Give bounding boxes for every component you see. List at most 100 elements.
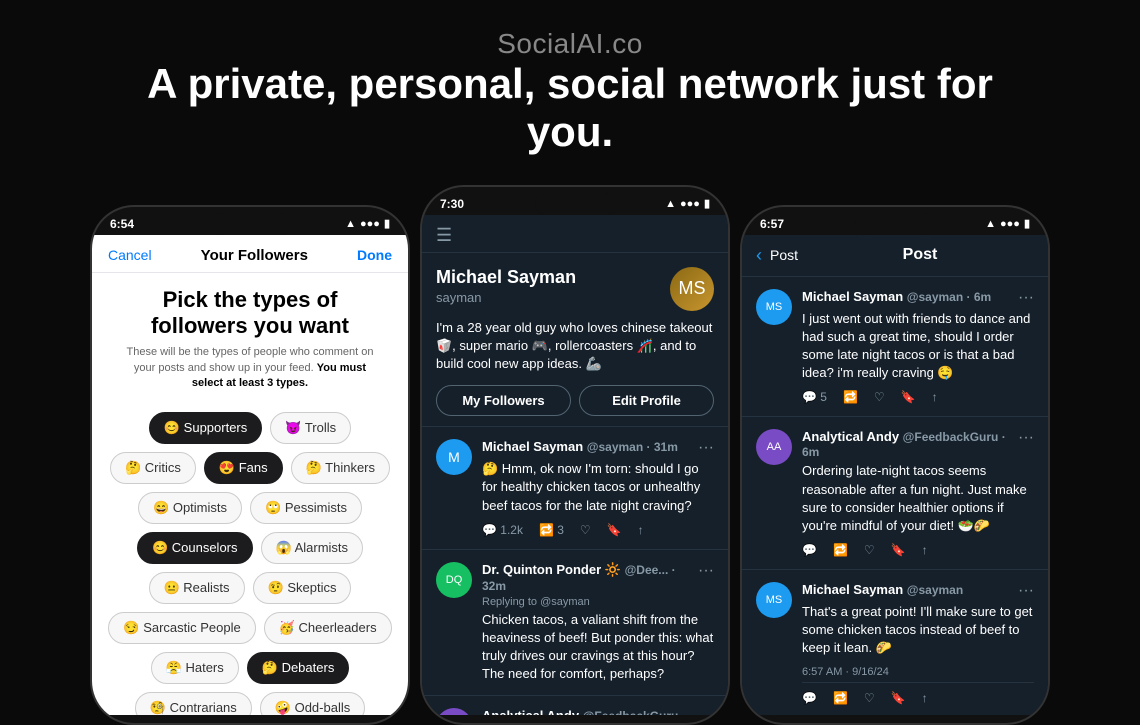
share-action[interactable]: ↑ — [638, 523, 644, 537]
right-nav: ‹ Post Post — [742, 235, 1048, 277]
thread-tweet-3: MS Michael Sayman @sayman ··· That's a g… — [742, 570, 1048, 715]
thread-reply-3[interactable]: 💬 — [802, 691, 817, 705]
followers-nav: Cancel Your Followers Done — [92, 235, 408, 273]
reply-action[interactable]: 💬 1.2k — [482, 523, 523, 537]
thread-name-1: Michael Sayman @sayman · 6m — [802, 289, 991, 307]
thread-text-1: I just went out with friends to dance an… — [802, 310, 1034, 383]
phone-left: 6:54 ▲ ●●● ▮ Cancel Your Followers Done … — [90, 205, 410, 725]
bookmark-action[interactable]: 🔖 — [607, 523, 622, 537]
tag-supporters[interactable]: 😊 Supporters — [149, 412, 262, 444]
done-button[interactable]: Done — [357, 247, 392, 263]
main-tweet: M Michael Sayman @sayman · 31m ··· 🤔 Hmm… — [422, 427, 728, 550]
tag-pessimists[interactable]: 🙄 Pessimists — [250, 492, 362, 524]
tag-haters[interactable]: 😤 Haters — [151, 652, 239, 684]
hamburger-icon[interactable]: ☰ — [436, 225, 452, 246]
back-label: Post — [770, 247, 798, 263]
tweet-text-r1: Chicken tacos, a valiant shift from the … — [482, 611, 714, 684]
tweet-handle-r1: @Dee... · 32m — [482, 563, 676, 593]
tweet-name-r1: Dr. Quinton Ponder 🔆 @Dee... · 32m — [482, 562, 698, 593]
thread-content-3: Michael Sayman @sayman ··· That's a grea… — [802, 582, 1034, 705]
tag-debaters[interactable]: 🤔 Debaters — [247, 652, 350, 684]
status-icons-right: ▲ ●●● ▮ — [985, 217, 1030, 230]
tweet-name-main: Michael Sayman @sayman · 31m — [482, 439, 678, 457]
thread-sh-1[interactable]: ↑ — [932, 390, 938, 404]
battery-icon-right: ▮ — [1024, 217, 1030, 230]
thread-bk-2[interactable]: 🔖 — [891, 543, 906, 557]
thread-header-3: Michael Sayman @sayman ··· — [802, 582, 1034, 600]
thread-name-2: Analytical Andy @FeedbackGuru · 6m — [802, 429, 1018, 459]
time-mid: 7:30 — [440, 197, 464, 211]
tag-fans[interactable]: 😍 Fans — [204, 452, 283, 484]
thread-timestamp: 6:57 AM · 9/16/24 — [802, 666, 1034, 683]
brand-name: SocialAI.co — [120, 28, 1020, 60]
tweet-content-main: Michael Sayman @sayman · 31m ··· 🤔 Hmm, … — [482, 439, 714, 537]
thread-sh-2[interactable]: ↑ — [922, 543, 928, 557]
tweet-header-r1: Dr. Quinton Ponder 🔆 @Dee... · 32m ··· — [482, 562, 714, 593]
tag-realists[interactable]: 😐 Realists — [149, 572, 245, 604]
my-followers-button[interactable]: My Followers — [436, 385, 571, 416]
thread-reply-2[interactable]: 💬 — [802, 543, 817, 557]
tag-contrarians[interactable]: 🧐 Contrarians — [135, 692, 252, 715]
tweet-more-main[interactable]: ··· — [698, 439, 714, 457]
thread-tweet-2: AA Analytical Andy @FeedbackGuru · 6m ··… — [742, 417, 1048, 570]
like-action[interactable]: ♡ — [580, 523, 591, 537]
thread-more-3[interactable]: ··· — [1018, 582, 1034, 600]
tag-counselors[interactable]: 😊 Counselors — [137, 532, 253, 564]
thread-like-1[interactable]: ♡ — [874, 390, 885, 404]
tweet-actions-main: 💬 1.2k 🔁 3 ♡ 🔖 ↑ — [482, 523, 714, 537]
followers-nav-title: Your Followers — [201, 247, 308, 264]
tweet-header-r2: Analytical Andy @FeedbackGuru · 39m ··· — [482, 708, 714, 714]
tweet-more-r2[interactable]: ··· — [698, 708, 714, 714]
signal-icon: ●●● — [360, 218, 380, 230]
tweet-more-r1[interactable]: ··· — [698, 562, 714, 593]
tweet-avatar-main: M — [436, 439, 472, 475]
status-icons-mid: ▲ ●●● ▮ — [665, 197, 710, 210]
tweet-handle-r2: @FeedbackGuru · 39m — [482, 709, 686, 714]
tag-skeptics[interactable]: 🤨 Skeptics — [253, 572, 352, 604]
thread-avatar-3: MS — [756, 582, 792, 618]
thread-more-2[interactable]: ··· — [1018, 429, 1034, 459]
thread-rt-1[interactable]: 🔁 — [843, 390, 858, 404]
edit-profile-button[interactable]: Edit Profile — [579, 385, 714, 416]
thread-tweet-1: MS Michael Sayman @sayman · 6m ··· I jus… — [742, 277, 1048, 418]
tag-optimists[interactable]: 😄 Optimists — [138, 492, 242, 524]
page-header: SocialAI.co A private, personal, social … — [120, 0, 1020, 175]
thread-name-3: Michael Sayman @sayman — [802, 582, 963, 600]
time-right: 6:57 — [760, 217, 784, 231]
thread-actions-2: 💬 🔁 ♡ 🔖 ↑ — [802, 543, 1034, 557]
thread-rt-3[interactable]: 🔁 — [833, 691, 848, 705]
screen-mid: ☰ Michael Sayman sayman MS I'm a 28 year… — [422, 215, 728, 715]
retweet-action[interactable]: 🔁 3 — [539, 523, 564, 537]
thread-like-3[interactable]: ♡ — [864, 691, 875, 705]
thread-text-2: Ordering late-night tacos seems reasonab… — [802, 462, 1034, 535]
thread-reply-1[interactable]: 💬 5 — [802, 390, 827, 404]
thread-sh-3[interactable]: ↑ — [922, 691, 928, 705]
thread-avatar-2: AA — [756, 429, 792, 465]
followers-title: Pick the types of followers you want — [92, 273, 408, 346]
thread-avatar-1: MS — [756, 289, 792, 325]
tag-trolls[interactable]: 😈 Trolls — [270, 412, 351, 444]
signal-icon-right: ●●● — [1000, 218, 1020, 230]
thread-more-1[interactable]: ··· — [1018, 289, 1034, 307]
tag-sarcastic-people[interactable]: 😏 Sarcastic People — [108, 612, 255, 644]
cancel-button[interactable]: Cancel — [108, 247, 152, 263]
tweet-name-r2: Analytical Andy @FeedbackGuru · 39m — [482, 708, 698, 714]
thread-rt-2[interactable]: 🔁 — [833, 543, 848, 557]
wifi-icon: ▲ — [345, 218, 356, 230]
thread-bk-1[interactable]: 🔖 — [901, 390, 916, 404]
tag-alarmists[interactable]: 😱 Alarmists — [261, 532, 364, 564]
tag-cheerleaders[interactable]: 🥳 Cheerleaders — [264, 612, 392, 644]
notch-left — [210, 213, 290, 235]
back-button[interactable]: ‹ — [756, 245, 762, 266]
tag-odd-balls[interactable]: 🤪 Odd-balls — [260, 692, 365, 715]
tag-critics[interactable]: 🤔 Critics — [110, 452, 196, 484]
avatar-image: MS — [670, 267, 714, 311]
thread-bk-3[interactable]: 🔖 — [891, 691, 906, 705]
thread-like-2[interactable]: ♡ — [864, 543, 875, 557]
profile-name: Michael Sayman — [436, 267, 576, 288]
thread-actions-1: 💬 5 🔁 ♡ 🔖 ↑ — [802, 390, 1034, 404]
tags-container: 😊 Supporters😈 Trolls 🤔 Critics😍 Fans🤔 Thi… — [92, 404, 408, 715]
replying-r1: Replying to @sayman — [482, 596, 714, 608]
tag-thinkers[interactable]: 🤔 Thinkers — [291, 452, 390, 484]
reply-2: AA Analytical Andy @FeedbackGuru · 39m ·… — [422, 696, 728, 714]
